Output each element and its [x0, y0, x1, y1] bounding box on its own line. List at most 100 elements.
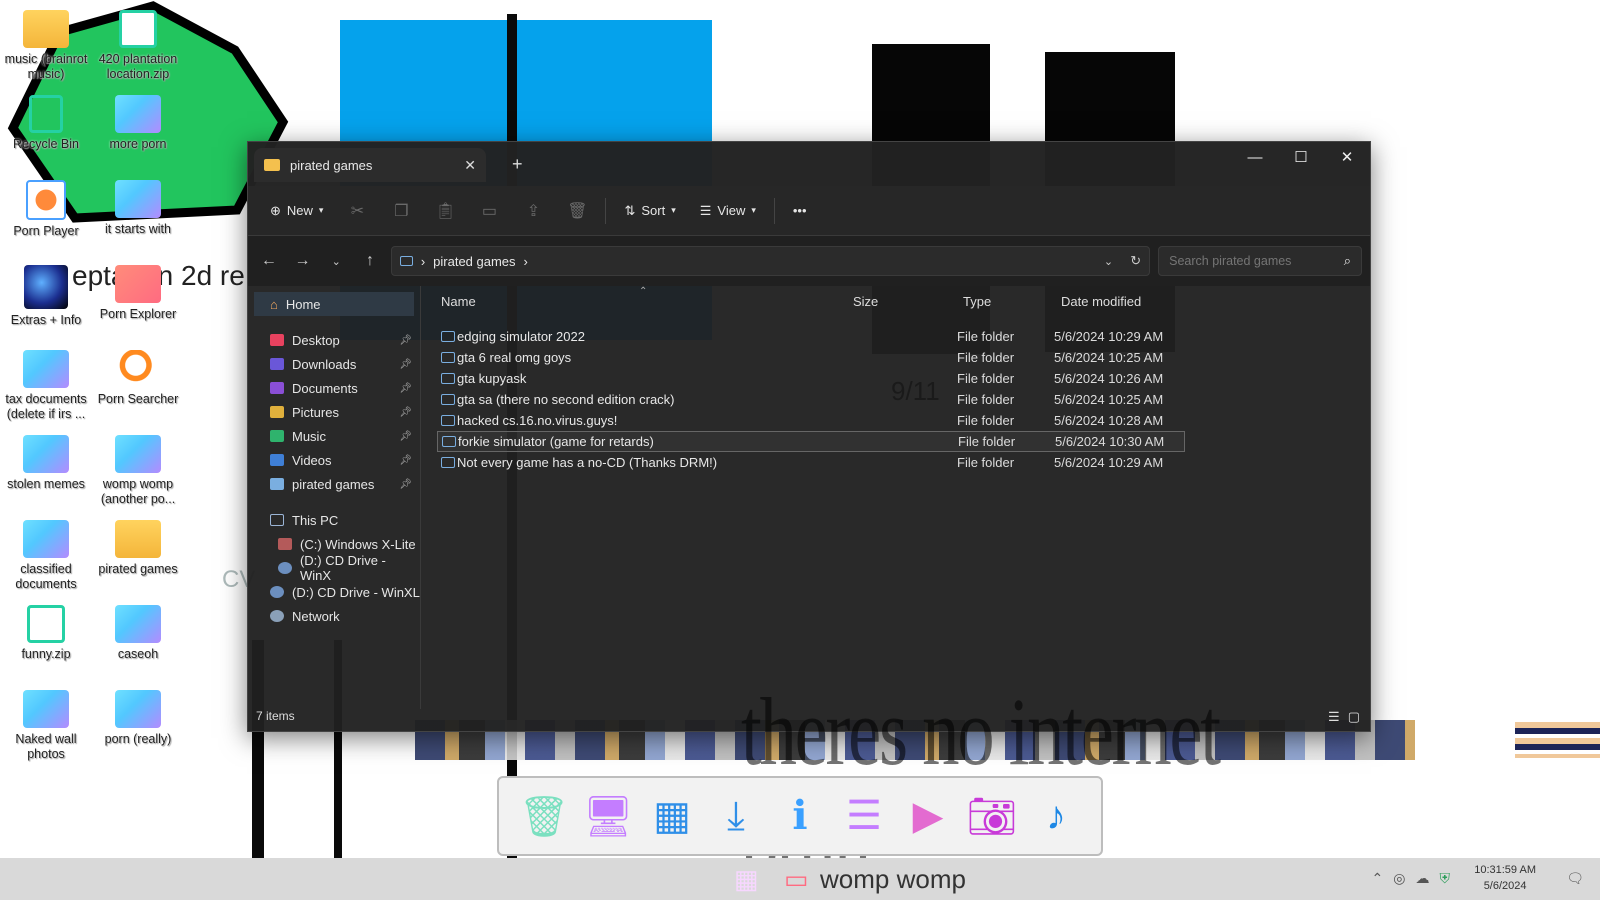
desktop-icon[interactable]: Porn Explorer [92, 265, 184, 322]
breadcrumb-pirated-games[interactable]: pirated games [433, 254, 515, 269]
share-icon[interactable]: ⇪ [517, 201, 549, 221]
new-tab-button[interactable]: + [512, 154, 523, 175]
video-camera-icon[interactable]: ▶ [898, 786, 958, 846]
copy-icon[interactable]: ❐ [385, 201, 417, 221]
search-box[interactable]: ⌕ [1158, 246, 1363, 276]
desktop-icon[interactable]: womp womp (another po... [92, 435, 184, 507]
file-name: edging simulator 2022 [457, 329, 585, 344]
camera-icon[interactable]: 📷︎ [962, 786, 1022, 846]
sidebar-item-quick[interactable]: Desktop 📌︎ [248, 328, 420, 352]
close-tab-icon[interactable]: ✕ [464, 157, 476, 174]
file-row[interactable]: forkie simulator (game for retards) File … [437, 431, 1185, 452]
desktop-icon[interactable]: funny.zip [0, 605, 92, 662]
rename-icon[interactable]: ▭ [473, 201, 505, 221]
network-icon[interactable]: ◎ [1393, 870, 1405, 887]
sidebar-item-quick[interactable]: Documents 📌︎ [248, 376, 420, 400]
details-view-icon[interactable]: ☰ [1328, 709, 1340, 725]
file-row[interactable]: Not every game has a no-CD (Thanks DRM!)… [437, 452, 1185, 473]
pin-icon[interactable]: 📌︎ [399, 383, 412, 394]
monitor-icon[interactable]: 🖥︎ [578, 786, 638, 846]
sidebar-item-network[interactable]: Network [248, 604, 420, 628]
paste-icon[interactable]: 📋︎ [429, 201, 461, 221]
search-icon[interactable]: ⌕ [1344, 253, 1351, 269]
sidebar-item-drive-d[interactable]: (D:) CD Drive - WinX [248, 553, 420, 583]
clock[interactable]: 10:31:59 AM 5/6/2024 [1474, 862, 1536, 894]
desktop-icon-label: stolen memes [7, 477, 85, 491]
file-row[interactable]: edging simulator 2022 File folder 5/6/2024… [437, 326, 1185, 347]
file-row[interactable]: gta 6 real omg goys File folder 5/6/2024 1… [437, 347, 1185, 368]
new-button[interactable]: ⊕ New ▾ [264, 199, 329, 223]
desktop-icon[interactable]: Recycle Bin [0, 95, 92, 152]
sidebar-item-quick[interactable]: Videos 📌︎ [248, 448, 420, 472]
address-bar[interactable]: › pirated games › ⌄ ↻ [390, 246, 1151, 276]
cut-icon[interactable]: ✂ [341, 201, 373, 221]
desktop-icon[interactable]: Porn Searcher [92, 350, 184, 407]
refresh-icon[interactable]: ↻ [1130, 253, 1141, 269]
desktop-icon[interactable]: tax documents (delete if irs ... [0, 350, 92, 422]
sidebar-item-home[interactable]: ⌂ Home [254, 292, 414, 316]
sidebar-item-drive-d-root[interactable]: (D:) CD Drive - WinXL [248, 580, 420, 604]
column-name[interactable]: Name [441, 294, 476, 309]
maximize-button[interactable]: ☐ [1278, 142, 1324, 172]
desktop-icon[interactable]: porn (really) [92, 690, 184, 747]
desktop-icon[interactable]: 420 plantation location.zip [92, 10, 184, 82]
desktop-icon[interactable]: more porn [92, 95, 184, 152]
desktop-icon[interactable]: pirated games [92, 520, 184, 577]
delete-icon[interactable]: 🗑︎ [561, 201, 593, 221]
desktop-icon[interactable]: music (brainrot music) [0, 10, 92, 82]
close-window-button[interactable]: ✕ [1324, 142, 1370, 172]
pin-icon[interactable]: 📌︎ [399, 479, 412, 490]
sidebar-item-quick[interactable]: Pictures 📌︎ [248, 400, 420, 424]
notification-icon[interactable]: 🗨︎ [1566, 870, 1584, 887]
document-icon[interactable]: ☰ [834, 786, 894, 846]
pin-icon[interactable]: 📌︎ [399, 359, 412, 370]
sort-button[interactable]: ⇅ Sort ▾ [618, 199, 681, 223]
cloud-icon[interactable]: ☁ [1416, 870, 1430, 887]
info-icon[interactable]: ℹ [770, 786, 830, 846]
recycle-bin-icon[interactable]: 🗑︎ [514, 786, 574, 846]
forward-arrow-icon[interactable]: → [290, 252, 316, 270]
desktop-icon[interactable]: stolen memes [0, 435, 92, 492]
desktop-icon[interactable]: it starts with [92, 180, 184, 237]
chevron-up-icon[interactable]: ⌃ [1372, 870, 1384, 887]
file-explorer-window[interactable]: pirated games ✕ + — ☐ ✕ ⊕ New ▾ ✂ ❐ 📋︎ ▭… [247, 141, 1371, 896]
sidebar-item-this-pc[interactable]: This PC [248, 508, 420, 532]
desktop-icon[interactable]: Porn Player [0, 180, 92, 239]
tab-pirated-games[interactable]: pirated games ✕ [254, 148, 486, 182]
sidebar-item-quick[interactable]: Downloads 📌︎ [248, 352, 420, 376]
file-row[interactable]: gta sa (there no second edition crack) Fi… [437, 389, 1185, 410]
pin-icon[interactable]: 📌︎ [399, 335, 412, 346]
address-dropdown-icon[interactable]: ⌄ [1104, 255, 1113, 268]
up-arrow-icon[interactable]: ↑ [357, 252, 383, 270]
shield-icon[interactable]: ⛨ [1440, 870, 1451, 887]
sidebar-item-quick[interactable]: Music 📌︎ [248, 424, 420, 448]
title-bar[interactable]: pirated games ✕ + — ☐ ✕ [248, 142, 1370, 186]
search-input[interactable] [1169, 254, 1330, 268]
desktop-icon[interactable]: caseoh [92, 605, 184, 662]
sidebar-item-quick[interactable]: pirated games 📌︎ [248, 472, 420, 496]
column-size[interactable]: Size [853, 294, 878, 309]
desktop-icon[interactable]: Naked wall photos [0, 690, 92, 762]
minimize-button[interactable]: — [1232, 142, 1278, 172]
view-button[interactable]: ☰ View ▾ [694, 199, 762, 223]
back-arrow-icon[interactable]: ← [256, 252, 282, 270]
desktop-icon[interactable]: classified documents [0, 520, 92, 592]
pin-icon[interactable]: 📌︎ [399, 407, 412, 418]
desktop-icon[interactable]: Extras + Info [0, 265, 92, 328]
recent-chevron-icon[interactable]: ⌄ [323, 255, 349, 268]
taskbar-folder-icon[interactable]: ▭ [784, 864, 809, 895]
taskbar-app-label[interactable]: womp womp [820, 864, 966, 895]
more-options-button[interactable]: ••• [787, 199, 813, 222]
dashboard-icon[interactable]: ▦ [642, 786, 702, 846]
desktop-icon-label: Naked wall photos [15, 732, 77, 761]
column-type[interactable]: Type [963, 294, 991, 309]
download-icon[interactable]: ⤓ [706, 786, 766, 846]
pin-icon[interactable]: 📌︎ [399, 431, 412, 442]
file-row[interactable]: hacked cs.16.no.virus.guys! File folder 5/… [437, 410, 1185, 431]
taskbar-app-icon[interactable]: ▦ [734, 864, 759, 895]
music-note-icon[interactable]: ♪ [1026, 786, 1086, 846]
column-date-modified[interactable]: Date modified [1061, 294, 1141, 309]
pin-icon[interactable]: 📌︎ [399, 455, 412, 466]
file-row[interactable]: gta kupyask File folder 5/6/2024 10:26 AM [437, 368, 1185, 389]
tiles-view-icon[interactable]: ▢ [1348, 709, 1360, 725]
